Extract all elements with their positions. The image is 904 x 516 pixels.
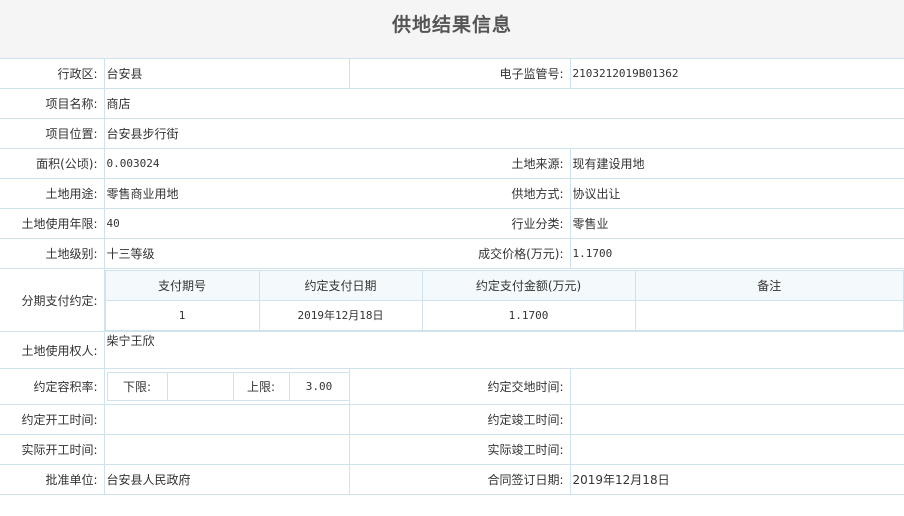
table-row: 1 2019年12月18日 1.1700 [104,299,904,331]
supervision-no-label: 电子监管号: [349,58,570,89]
row-area: 面积(公顷): 0.003024 土地来源: 现有建设用地 [0,148,904,179]
delivery-time-value [569,368,904,405]
project-name-value: 商店 [103,88,904,119]
completion-time-label: 约定竣工时间: [349,404,570,435]
supervision-no-value: 2103212019B01362 [569,58,904,89]
installment-period: 1 [104,299,260,331]
actual-completion-label: 实际竣工时间: [349,434,570,465]
far-label: 约定容积率: [0,368,104,405]
contract-date-label: 合同签订日期: [349,464,570,495]
installment-remark [634,299,904,331]
row-land-use: 土地用途: 零售商业用地 供地方式: 协议出让 [0,178,904,209]
approval-unit-label: 批准单位: [0,464,104,495]
project-location-label: 项目位置: [0,118,104,149]
actual-completion-value [569,434,904,465]
project-name-label: 项目名称: [0,88,104,119]
industry-label: 行业分类: [349,208,570,239]
installment-header-remark: 备注 [634,269,904,301]
supply-method-value: 协议出让 [569,178,904,209]
row-owner: 土地使用权人: 柴宁王欣 [0,331,904,369]
row-far: 约定容积率: 下限: 上限: 3.00 约定交地时间: [0,368,904,405]
land-source-label: 土地来源: [349,148,570,179]
row-land-grade: 土地级别: 十三等级 成交价格(万元): 1.1700 [0,238,904,269]
land-use-label: 土地用途: [0,178,104,209]
installment-header-amount: 约定支付金额(万元) [421,269,636,301]
start-time-value [103,404,350,435]
installment-header-period: 支付期号 [104,269,260,301]
land-use-value: 零售商业用地 [103,178,349,209]
far-cell: 下限: 上限: 3.00 [103,368,350,405]
price-label: 成交价格(万元): [349,238,570,269]
use-years-value: 40 [103,208,349,239]
row-actual-start: 实际开工时间: 实际竣工时间: [0,434,904,465]
owner-value: 柴宁王欣 [103,331,904,369]
row-start-time: 约定开工时间: 约定竣工时间: [0,404,904,435]
installment-table: 支付期号 约定支付日期 约定支付金额(万元) 备注 1 2019年12月18日 … [104,269,904,331]
completion-time-value [569,404,904,435]
land-source-value: 现有建设用地 [569,148,904,179]
installment-label: 分期支付约定: [0,268,104,332]
price-value: 1.1700 [569,238,904,269]
row-project-name: 项目名称: 商店 [0,88,904,119]
installment-header-date: 约定支付日期 [258,269,423,301]
approval-unit-value: 台安县人民政府 [103,464,350,495]
installment-date: 2019年12月18日 [258,299,423,331]
far-upper-label: 上限: [232,372,290,401]
row-use-years: 土地使用年限: 40 行业分类: 零售业 [0,208,904,239]
far-table: 下限: 上限: 3.00 [106,372,350,401]
actual-start-value [103,434,350,465]
industry-value: 零售业 [569,208,904,239]
land-grade-label: 土地级别: [0,238,104,269]
contract-date-value: 2019年12月18日 [569,464,904,495]
installment-amount: 1.1700 [421,299,636,331]
actual-start-label: 实际开工时间: [0,434,104,465]
owner-label: 土地使用权人: [0,331,104,369]
far-lower-value [166,372,234,401]
district-label: 行政区: [0,58,104,89]
land-grade-value: 十三等级 [103,238,349,269]
installment-header-row: 支付期号 约定支付日期 约定支付金额(万元) 备注 [104,269,904,301]
row-approval: 批准单位: 台安县人民政府 合同签订日期: 2019年12月18日 [0,464,904,495]
district-value: 台安县 [103,58,350,89]
use-years-label: 土地使用年限: [0,208,104,239]
project-location-value: 台安县步行街 [103,118,904,149]
row-project-location: 项目位置: 台安县步行街 [0,118,904,149]
land-supply-info-table: 行政区: 台安县 电子监管号: 2103212019B01362 项目名称: 商… [0,58,904,495]
delivery-time-label: 约定交地时间: [349,368,570,405]
page-title: 供地结果信息 [391,13,512,36]
row-district: 行政区: 台安县 电子监管号: 2103212019B01362 [0,58,904,89]
area-value: 0.003024 [103,148,349,179]
start-time-label: 约定开工时间: [0,404,104,435]
row-installments: 分期支付约定: 支付期号 约定支付日期 约定支付金额(万元) 备注 1 2019… [0,268,904,332]
title-bar: 供地结果信息 [0,0,904,58]
area-label: 面积(公顷): [0,148,104,179]
far-lower-label: 下限: [106,372,168,401]
installment-cell: 支付期号 约定支付日期 约定支付金额(万元) 备注 1 2019年12月18日 … [103,268,904,332]
supply-method-label: 供地方式: [349,178,570,209]
far-upper-value: 3.00 [288,372,350,401]
